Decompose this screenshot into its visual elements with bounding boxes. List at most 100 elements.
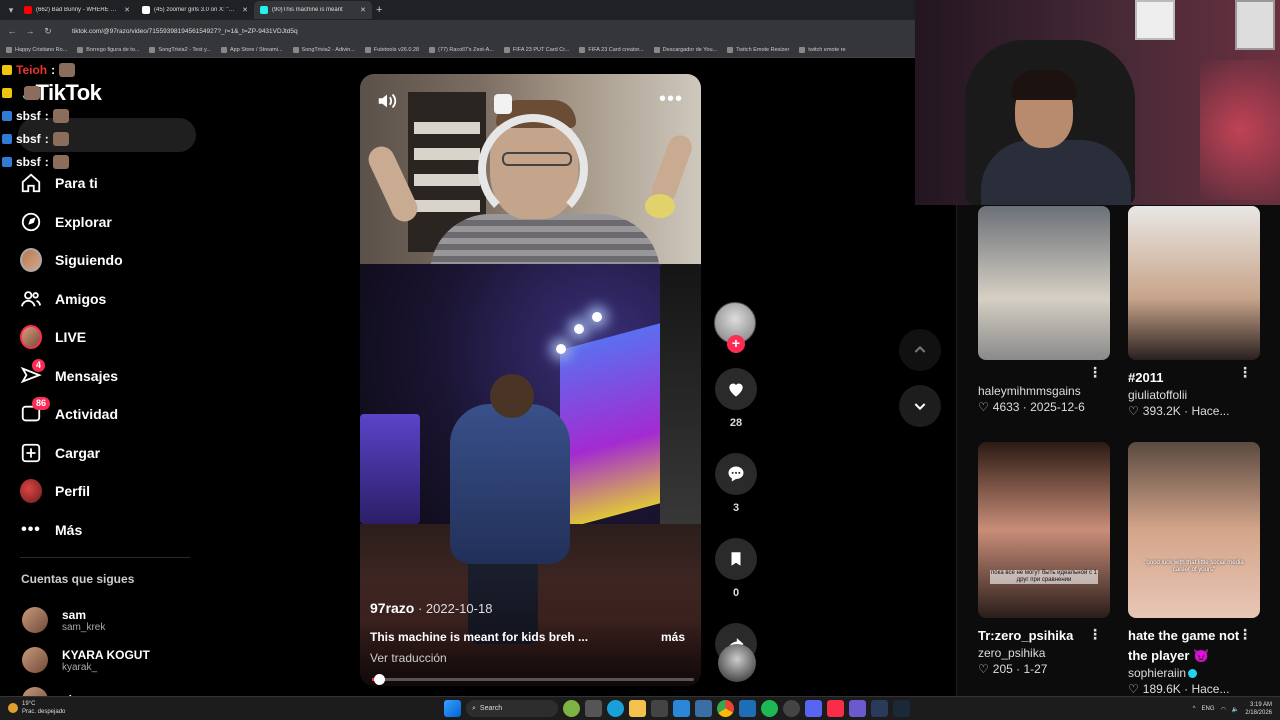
app-icon[interactable] bbox=[739, 700, 756, 717]
comment-icon[interactable] bbox=[715, 453, 757, 495]
heart-outline-icon: ♡ bbox=[1128, 404, 1139, 418]
card-user[interactable]: zero_psihika bbox=[978, 646, 1110, 660]
bookmark-item[interactable]: Borrego figura de to... bbox=[77, 46, 139, 53]
follow-plus-button[interactable]: + bbox=[727, 335, 745, 353]
app-icon[interactable] bbox=[563, 700, 580, 717]
task-view-icon[interactable] bbox=[585, 700, 602, 717]
sidebar-item-cargar[interactable]: Cargar bbox=[20, 434, 123, 473]
card-user[interactable]: sophieraiin bbox=[1128, 666, 1186, 680]
app-icon[interactable] bbox=[849, 700, 866, 717]
author-avatar[interactable]: + bbox=[714, 302, 756, 353]
close-tab-icon[interactable]: ✕ bbox=[242, 6, 248, 14]
back-icon[interactable]: ← bbox=[6, 26, 18, 36]
language-indicator[interactable]: ENG bbox=[1202, 706, 1215, 712]
browser-tab[interactable]: (662) Bad Bunny - WHERE SHE ✕ bbox=[18, 1, 136, 19]
file-explorer-icon[interactable] bbox=[629, 700, 646, 717]
video-thumbnail[interactable]: пока все не могут быть идеальной с 1 дру… bbox=[978, 442, 1110, 618]
forward-icon[interactable]: → bbox=[24, 26, 36, 36]
video-thumbnail[interactable] bbox=[1128, 206, 1260, 360]
spotify-icon[interactable] bbox=[761, 700, 778, 717]
edge-icon[interactable] bbox=[607, 700, 624, 717]
chat-emote-icon bbox=[52, 108, 69, 123]
chrome-icon[interactable] bbox=[717, 700, 734, 717]
following-account[interactable]: KYARA KOGUT kyarak_ bbox=[22, 640, 150, 680]
video-card[interactable]: ⋮ #2011 giuliatoffolii ♡ 393.2K · Hace... bbox=[1128, 206, 1260, 418]
sidebar-item-perfil[interactable]: Perfil bbox=[20, 472, 123, 511]
sidebar-item-explorar[interactable]: Explorar bbox=[20, 203, 123, 242]
video-card[interactable]: "good luck with that little social media… bbox=[1128, 442, 1260, 696]
clock[interactable]: 3:19 AM 2/18/2026 bbox=[1245, 701, 1272, 717]
app-icon[interactable] bbox=[695, 700, 712, 717]
bookmark-item[interactable]: SongTrivia2 - Test y... bbox=[149, 46, 211, 53]
bookmark-item[interactable]: FIFA 23 Card creator... bbox=[579, 46, 644, 53]
card-user[interactable]: haleymihmmsgains bbox=[978, 384, 1110, 398]
bookmark-item[interactable]: (77) Racoll7's Zest-A... bbox=[429, 46, 494, 53]
card-user[interactable]: giuliatoffolii bbox=[1128, 388, 1260, 402]
close-tab-icon[interactable]: ✕ bbox=[360, 6, 366, 14]
progress-handle[interactable] bbox=[374, 674, 385, 685]
video-author[interactable]: 97razo bbox=[370, 600, 414, 616]
app-icon[interactable] bbox=[651, 700, 668, 717]
bookmark-item[interactable]: Descargador de You... bbox=[653, 46, 717, 53]
browser-tab[interactable]: (45) zoomer girls 3.0 on X: "Aliv ✕ bbox=[136, 1, 254, 19]
bookmark-item[interactable]: twitch emote re bbox=[799, 46, 846, 53]
next-video-button[interactable] bbox=[899, 385, 941, 427]
like-action[interactable]: 28 bbox=[714, 368, 758, 429]
sidebar-item-live[interactable]: LIVE bbox=[20, 318, 123, 357]
following-account[interactable]: sam sam_krek bbox=[22, 600, 150, 640]
new-tab-button[interactable]: + bbox=[376, 4, 382, 16]
bookmark-item[interactable]: Happy Cristiano Ro... bbox=[6, 46, 67, 53]
card-user-line[interactable]: sophieraiin bbox=[1128, 666, 1260, 680]
taskbar-search[interactable]: ⌕ Search bbox=[466, 700, 558, 717]
sidebar-item-mensajes[interactable]: 4 Mensajes bbox=[20, 357, 123, 396]
windows-start-icon[interactable] bbox=[444, 700, 461, 717]
account-handle: kyarak_ bbox=[62, 661, 98, 673]
bookmark-item[interactable]: Futetools v26.0.28 bbox=[364, 46, 419, 53]
volume-tray-icon[interactable]: 🔈 bbox=[1232, 706, 1239, 713]
video-thumbnail[interactable]: "good luck with that little social media… bbox=[1128, 442, 1260, 618]
app-icon[interactable] bbox=[871, 700, 888, 717]
discord-icon[interactable] bbox=[805, 700, 822, 717]
sidebar-item-actividad[interactable]: 86 Actividad bbox=[20, 395, 123, 434]
more-options-icon[interactable]: ••• bbox=[659, 88, 683, 111]
save-action[interactable]: 0 bbox=[714, 538, 758, 599]
bookmark-item[interactable]: Twitch Emote Resizer bbox=[727, 46, 789, 53]
bookmark-item[interactable]: SongTrivia2 - Adivin... bbox=[292, 46, 355, 53]
see-translation-link[interactable]: Ver traducción bbox=[370, 651, 447, 665]
weather-widget[interactable]: 19°C Prac. despejado bbox=[8, 700, 65, 716]
card-more-icon[interactable]: ⋮ bbox=[1088, 626, 1102, 643]
sound-disc-icon[interactable] bbox=[718, 644, 756, 682]
chevron-up-icon[interactable]: ^ bbox=[1193, 706, 1196, 712]
video-card[interactable]: пока все не могут быть идеальной с 1 дру… bbox=[978, 442, 1110, 676]
app-icon[interactable] bbox=[783, 700, 800, 717]
heart-icon[interactable] bbox=[715, 368, 757, 410]
video-card[interactable]: ⋮ haleymihmmsgains ♡ 4633 · 2025-12-6 bbox=[978, 206, 1110, 414]
card-more-icon[interactable]: ⋮ bbox=[1238, 364, 1252, 381]
comment-action[interactable]: 3 bbox=[714, 453, 758, 514]
play-pause-toggle[interactable] bbox=[494, 94, 512, 114]
reload-icon[interactable]: ↻ bbox=[42, 26, 54, 37]
bookmark-icon[interactable] bbox=[715, 538, 757, 580]
video-thumbnail[interactable] bbox=[978, 206, 1110, 360]
card-more-icon[interactable]: ⋮ bbox=[1238, 626, 1252, 643]
url-field[interactable]: tiktok.com/@97razo/video/715593981945615… bbox=[72, 28, 298, 35]
steam-icon[interactable] bbox=[893, 700, 910, 717]
volume-icon[interactable] bbox=[376, 90, 400, 114]
bookmark-favicon-icon bbox=[429, 46, 436, 53]
music-icon[interactable] bbox=[827, 700, 844, 717]
caption-more-link[interactable]: más bbox=[661, 630, 685, 644]
bookmark-item[interactable]: App Store / Streami... bbox=[220, 46, 283, 53]
bookmark-item[interactable]: FIFA 23 PUT Card Cr... bbox=[503, 46, 569, 53]
sidebar-item-m-s[interactable]: ••• Más bbox=[20, 511, 123, 550]
card-more-icon[interactable]: ⋮ bbox=[1088, 364, 1102, 381]
tab-search-icon[interactable]: ▾ bbox=[4, 3, 18, 17]
video-player[interactable]: ••• 97razo · 2022-10-18 This machine is … bbox=[360, 74, 701, 686]
app-icon[interactable] bbox=[673, 700, 690, 717]
sidebar-item-siguiendo[interactable]: Siguiendo bbox=[20, 241, 123, 280]
close-tab-icon[interactable]: ✕ bbox=[124, 6, 130, 14]
sidebar-item-amigos[interactable]: Amigos bbox=[20, 280, 123, 319]
wifi-icon[interactable]: ◠ bbox=[1221, 706, 1226, 713]
browser-tab-active[interactable]: (90)This machine is meant ✕ bbox=[254, 1, 372, 19]
video-progress-bar[interactable] bbox=[372, 674, 694, 685]
previous-video-button[interactable] bbox=[899, 329, 941, 371]
